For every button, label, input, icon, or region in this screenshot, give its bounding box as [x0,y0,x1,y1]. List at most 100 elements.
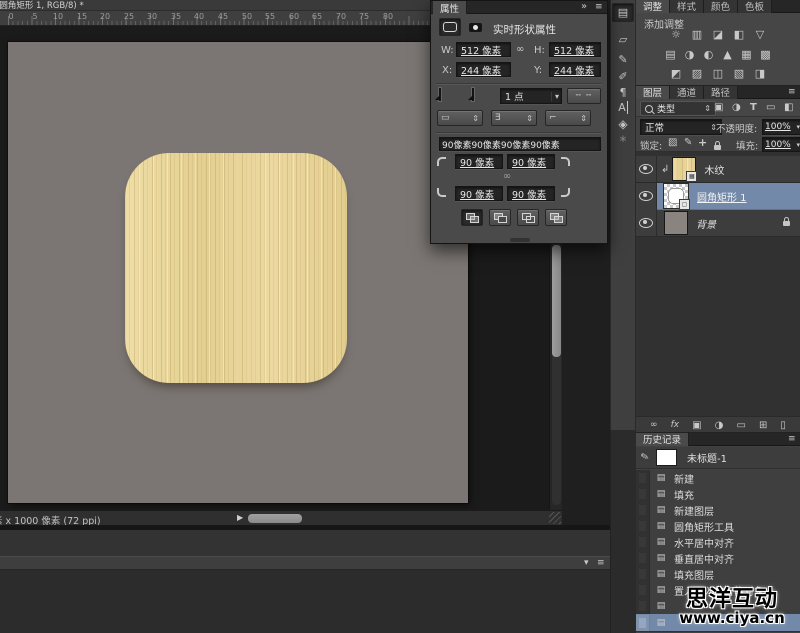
stroke-color-swatch[interactable] [472,88,474,101]
new-layer-icon[interactable]: ⊞ [759,420,767,431]
collapse-panel-icon[interactable]: » [581,1,587,12]
curves-icon[interactable]: ◪ [711,28,726,41]
levels-icon[interactable]: ▥ [690,28,705,41]
brush-panel-icon[interactable]: ✐ [612,68,634,84]
delete-layer-icon[interactable]: ▯ [780,420,786,431]
selective-color-icon[interactable]: ◨ [753,67,768,80]
tab-swatches[interactable]: 色板 [738,0,773,13]
radius-bottom-right-field[interactable]: 90 像素 [507,186,555,201]
link-radius-icon[interactable]: ∞ [497,171,517,182]
info-panel-icon[interactable]: ▱ [612,31,634,48]
history-step-checkbox[interactable] [636,486,650,502]
gradient-map-icon[interactable]: ▧ [732,67,747,80]
new-adjustment-layer-icon[interactable]: ◑ [715,420,724,431]
history-step-checkbox[interactable] [636,534,650,550]
horizontal-scrollbar-thumb[interactable] [248,514,302,523]
lock-position-icon[interactable]: + [698,136,707,149]
layer-row-rounded-rect[interactable]: ▢ 圆角矩形 1 [636,182,800,210]
panel-resize-notch[interactable] [510,238,530,242]
tab-styles[interactable]: 样式 [670,0,705,13]
tab-adjustments[interactable]: 调整 [636,0,671,13]
layer-thumbnail[interactable]: ▢ [663,183,690,210]
visibility-cell[interactable] [636,182,657,210]
radius-bottom-left-field[interactable]: 90 像素 [455,186,503,201]
filter-image-icon[interactable]: ▣ [714,102,723,113]
history-step[interactable]: ▤ 垂直居中对齐 [636,550,800,567]
history-step[interactable]: ▤ 水平居中对齐 [636,534,800,551]
vibrance-icon[interactable]: ▽ [753,28,768,41]
history-step-checkbox[interactable] [636,502,650,518]
snapshot-name[interactable]: 未标题-1 [687,450,727,465]
stroke-align-dropdown[interactable]: ▭ ⇕ [437,110,483,126]
timeline-dropdown-icon[interactable]: ▾ [584,558,589,568]
radius-summary-field[interactable]: 90像素90像素90像素90像素 [439,137,601,151]
width-field[interactable]: 512 像素 [456,42,511,57]
history-step[interactable]: ▤ 圆角矩形工具 [636,518,800,535]
tab-layers[interactable]: 图层 [636,85,671,99]
timeline-menu-icon[interactable]: ≡ [597,558,605,568]
pathfinder-combine-button[interactable] [461,209,483,226]
history-snapshot-row[interactable]: ✎ 未标题-1 [636,447,800,469]
stroke-corner-dropdown[interactable]: ⌐ ⇕ [545,110,591,126]
layer-filter-type-dropdown[interactable]: 类型 ⇕ [640,101,716,116]
history-step[interactable]: ▤ 新建图层 [636,502,800,519]
pathfinder-subtract-button[interactable] [489,209,511,226]
radius-top-right-field[interactable]: 90 像素 [507,154,555,169]
stroke-type-button[interactable]: ╌ ╌ [567,88,601,104]
layer-style-fx-icon[interactable]: fx [671,420,680,430]
x-field[interactable]: 244 像素 [456,62,511,77]
history-step-checkbox[interactable] [636,566,650,582]
wood-rounded-square[interactable] [125,153,347,383]
posterize-icon[interactable]: ▨ [690,67,705,80]
layer-row-wood[interactable]: ↳ ▦ 木纹 [636,155,800,183]
layer-thumbnail[interactable]: ▦ [672,157,698,182]
filter-smart-object-icon[interactable]: ◧ [784,102,793,113]
y-field[interactable]: 244 像素 [549,62,601,77]
tab-channels[interactable]: 通道 [670,85,705,99]
lock-pixels-icon[interactable]: ✎ [684,137,692,148]
paragraph-panel-icon[interactable]: ¶ [612,85,634,99]
channel-mixer-icon[interactable]: ▦ [740,48,754,61]
tab-color[interactable]: 颜色 [704,0,739,13]
link-dimensions-icon[interactable]: ∞ [516,44,524,55]
history-step-checkbox[interactable] [636,470,650,486]
3d-panel-icon[interactable]: ◈ [612,116,634,132]
layer-name[interactable]: 背景 [696,216,716,231]
properties-panel-icon[interactable]: ▤ [612,3,634,22]
height-field[interactable]: 512 像素 [549,42,601,57]
lock-all-icon[interactable] [714,141,721,150]
history-step-checkbox[interactable] [636,598,650,614]
layer-thumbnail[interactable] [664,211,688,235]
opacity-value-box[interactable]: 100% ▾ [762,119,800,135]
history-step-checkbox[interactable] [636,550,650,566]
resize-grip-icon[interactable] [549,512,561,524]
history-panel-menu-icon[interactable]: ≡ [788,434,796,444]
tab-history[interactable]: 历史记录 [636,432,690,446]
history-step[interactable]: ▤ 填充 [636,486,800,503]
hue-saturation-icon[interactable]: ▤ [664,48,678,61]
history-step-checkbox[interactable] [636,582,650,598]
mask-mode-button[interactable] [464,18,486,36]
photo-filter-icon[interactable]: ▲ [721,48,735,61]
pathfinder-intersect-button[interactable] [517,209,539,226]
live-shape-mode-button[interactable] [439,18,461,36]
filter-type-icon[interactable]: T [750,102,757,113]
history-step[interactable]: ▤ 新建 [636,470,800,487]
layer-name[interactable]: 圆角矩形 1 [697,189,747,204]
lock-transparency-icon[interactable]: ▨ [668,137,677,148]
fill-color-swatch[interactable] [439,88,441,101]
add-layer-mask-icon[interactable]: ▣ [692,420,701,431]
status-menu-arrow-icon[interactable]: ▶ [237,513,243,522]
color-balance-icon[interactable]: ◑ [683,48,697,61]
layers-panel-menu-icon[interactable]: ≡ [788,87,796,97]
invert-icon[interactable]: ◩ [669,67,684,80]
vertical-scrollbar-thumb[interactable] [552,245,561,357]
properties-menu-icon[interactable]: ≡ [595,2,603,12]
layer-name[interactable]: 木纹 [704,162,724,177]
layer-row-background[interactable]: 背景 [636,209,800,237]
visibility-cell[interactable] [636,209,657,237]
new-group-icon[interactable]: ▭ [736,420,745,431]
tab-paths[interactable]: 路径 [704,85,739,99]
filter-shape-icon[interactable]: ▭ [766,102,775,113]
fill-value-box[interactable]: 100% ▾ [762,137,800,152]
